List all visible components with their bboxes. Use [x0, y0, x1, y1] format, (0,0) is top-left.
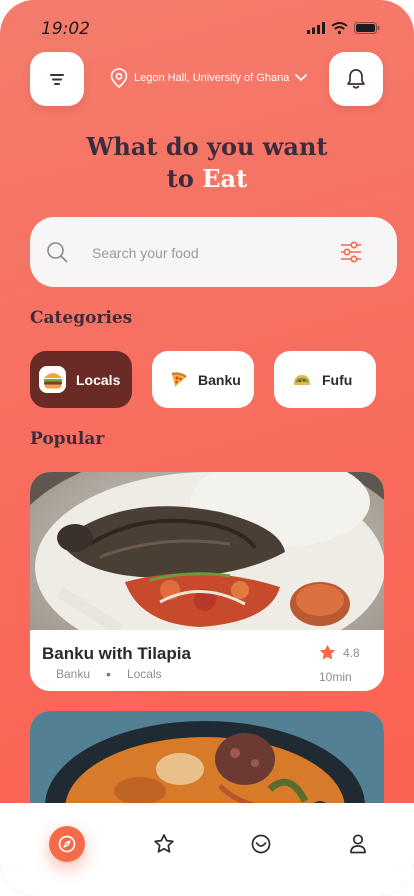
- compass-icon: [58, 835, 76, 853]
- food-title: Banku with Tilapia: [42, 644, 191, 663]
- food-meta: Banku • Locals: [56, 666, 162, 682]
- popular-title: Popular: [30, 429, 105, 449]
- bottom-nav: [0, 803, 414, 896]
- food-category: Banku: [56, 667, 91, 681]
- location-label: Legon Hall, University of Ghana: [134, 72, 290, 84]
- food-rating: 4.8: [320, 645, 360, 660]
- location-selector[interactable]: Legon Hall, University of Ghana: [110, 68, 308, 88]
- taco-icon: [294, 374, 310, 385]
- chevron-down-icon: [295, 74, 308, 82]
- nav-home[interactable]: [49, 826, 85, 862]
- search-icon: [47, 242, 68, 263]
- nav-orders[interactable]: [243, 826, 279, 862]
- wifi-icon: [331, 22, 348, 34]
- search-icon-wrap[interactable]: [46, 241, 68, 267]
- category-chip-fufu[interactable]: Fufu: [274, 351, 376, 408]
- status-icons: [307, 22, 380, 34]
- app-screen: 19:02 Legon Hall, University of Ghana Wh…: [0, 0, 414, 896]
- burger-icon: [39, 366, 66, 393]
- bell-icon: [347, 69, 365, 89]
- filter-icon: [341, 241, 361, 263]
- location-pin-icon: [110, 68, 128, 88]
- category-label-banku: Banku: [198, 371, 241, 388]
- status-time: 19:02: [41, 19, 90, 39]
- headline-line-2: to Eat: [0, 163, 414, 195]
- pizza-icon: [171, 371, 187, 387]
- notifications-button[interactable]: [329, 52, 383, 106]
- category-chip-locals[interactable]: Locals: [30, 351, 132, 408]
- nav-profile[interactable]: [340, 826, 376, 862]
- page-headline: What do you want to Eat: [0, 131, 414, 195]
- nav-favorites[interactable]: [146, 826, 182, 862]
- menu-icon: [50, 74, 64, 85]
- food-group: Locals: [126, 667, 162, 681]
- category-label-fufu: Fufu: [322, 371, 353, 388]
- food-card-info: Banku with Tilapia Banku • Locals 4.8 10…: [30, 630, 384, 691]
- star-outline-icon: [154, 834, 174, 853]
- category-label-locals: Locals: [76, 371, 121, 388]
- search-input[interactable]: [90, 239, 324, 267]
- profile-icon: [350, 834, 366, 854]
- category-chip-banku[interactable]: Banku: [152, 351, 254, 408]
- food-time: 10min: [319, 670, 352, 684]
- orders-icon: [251, 834, 271, 854]
- categories-title: Categories: [30, 308, 133, 328]
- headline-line-1: What do you want: [86, 132, 328, 161]
- menu-button[interactable]: [30, 52, 84, 106]
- filter-button[interactable]: [339, 241, 363, 267]
- star-icon: [320, 645, 335, 660]
- food-rating-value: 4.8: [343, 645, 360, 660]
- food-card[interactable]: Banku with Tilapia Banku • Locals 4.8 10…: [30, 472, 384, 691]
- headline-prefix: to: [166, 164, 203, 193]
- headline-accent: Eat: [202, 164, 248, 193]
- separator-dot: •: [106, 666, 111, 682]
- battery-icon: [354, 22, 380, 34]
- signal-icon: [307, 22, 325, 34]
- search-bar: [30, 217, 397, 287]
- food-image: [30, 472, 384, 630]
